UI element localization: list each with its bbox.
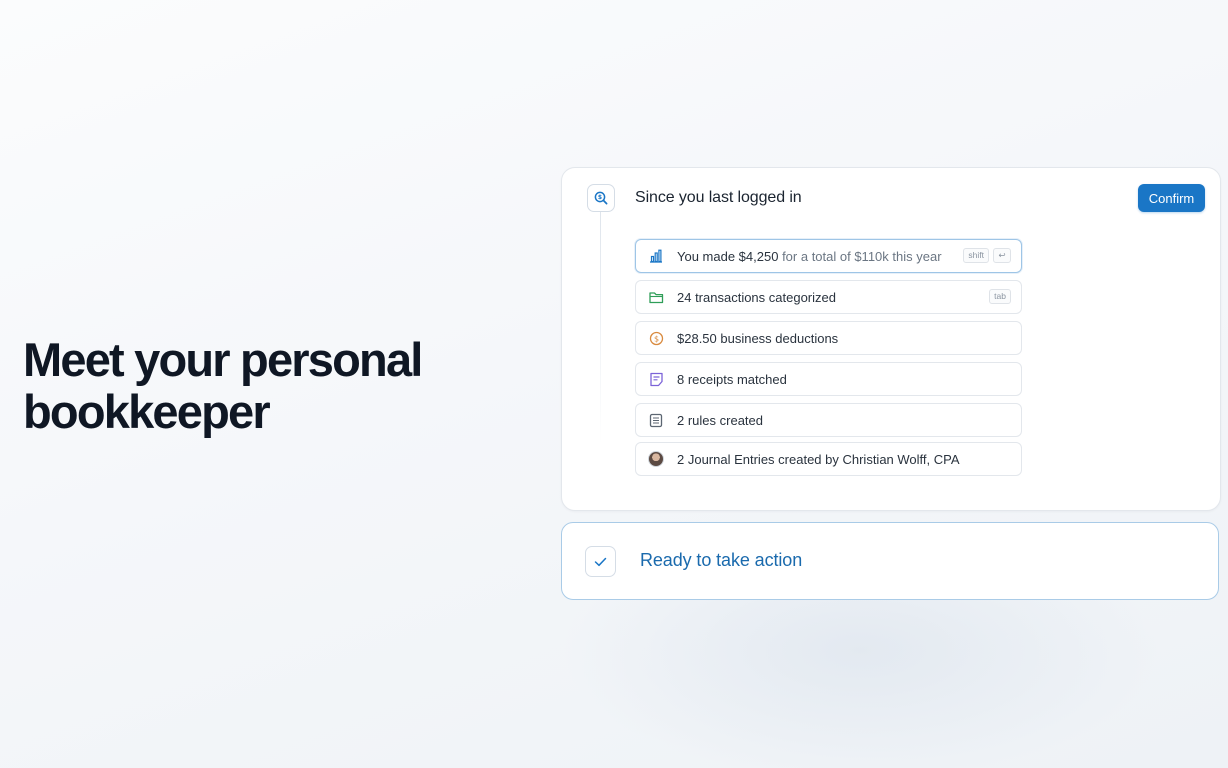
earnings-muted-text: for a total of $110k this year: [778, 248, 942, 264]
transactions-text: 24 transactions categorized: [677, 289, 836, 305]
shortcut-hints: shift ↩: [963, 248, 1011, 263]
ready-action-card[interactable]: Ready to take action: [561, 522, 1219, 600]
enter-key-hint: ↩: [993, 248, 1011, 263]
earnings-main-text: You made $4,250: [677, 248, 779, 264]
summary-card: $ Since you last logged in Confirm You m…: [561, 167, 1221, 511]
list-item-receipts[interactable]: 8 receipts matched: [635, 362, 1022, 396]
receipt-icon: [648, 371, 664, 387]
confirm-button[interactable]: Confirm: [1138, 184, 1205, 212]
deductions-text: $28.50 business deductions: [677, 330, 839, 346]
summary-list: You made $4,250 for a total of $110k thi…: [635, 239, 1022, 483]
list-item-transactions[interactable]: 24 transactions categorized tab: [635, 280, 1022, 314]
ready-action-text: Ready to take action: [640, 550, 803, 570]
tab-key-hint: tab: [989, 289, 1011, 304]
timeline-line: [600, 212, 601, 444]
list-item-earnings[interactable]: You made $4,250 for a total of $110k thi…: [635, 239, 1022, 273]
hero-headline: Meet your personal bookkeeper: [23, 334, 483, 438]
dollar-circle-icon: $: [648, 330, 664, 346]
list-item-rules[interactable]: 2 rules created: [635, 403, 1022, 437]
folder-icon: [648, 289, 664, 305]
shortcut-hints: tab: [989, 289, 1011, 304]
card-title: Since you last logged in: [635, 189, 802, 206]
hero-headline-line2: bookkeeper: [23, 385, 271, 438]
journal-entries-text: 2 Journal Entries created by Christian W…: [677, 451, 960, 467]
avatar: [648, 451, 664, 467]
search-dollar-icon: $: [587, 184, 615, 212]
list-item-deductions[interactable]: $ $28.50 business deductions: [635, 321, 1022, 355]
rules-list-icon: [648, 412, 664, 428]
shift-key-hint: shift: [963, 248, 989, 263]
svg-text:$: $: [653, 334, 658, 343]
rules-text: 2 rules created: [677, 412, 763, 428]
svg-text:$: $: [598, 194, 602, 201]
bar-chart-icon: [648, 248, 664, 264]
receipts-text: 8 receipts matched: [677, 371, 787, 387]
hero-headline-line1: Meet your personal: [23, 333, 423, 386]
check-icon: [585, 546, 616, 577]
list-item-journal-entries[interactable]: 2 Journal Entries created by Christian W…: [635, 442, 1022, 476]
